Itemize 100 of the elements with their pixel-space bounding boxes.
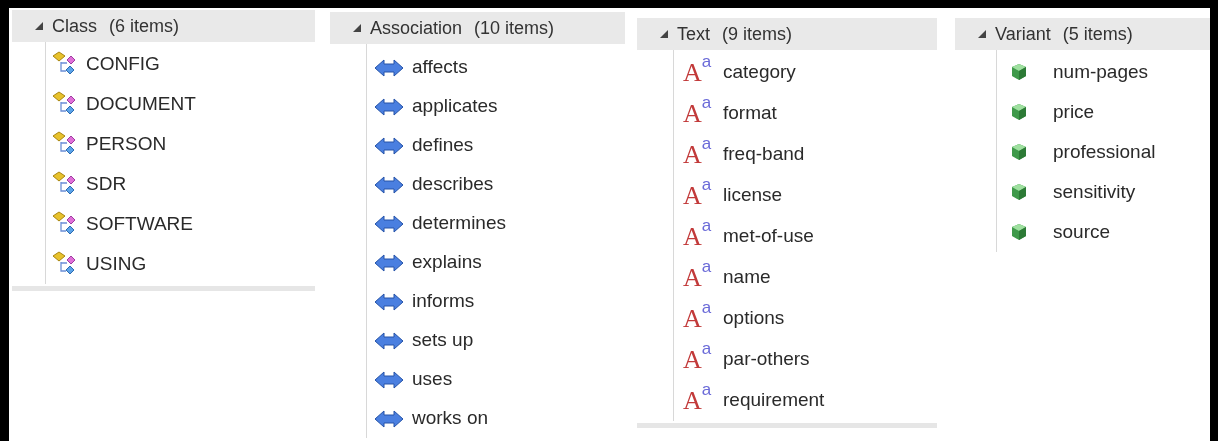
double-arrow-icon <box>374 136 404 155</box>
expand-arrow-icon[interactable] <box>977 29 987 39</box>
item-label: sensitivity <box>1053 179 1136 204</box>
item-label: PERSON <box>86 131 167 156</box>
list-item[interactable]: applicates <box>367 87 625 126</box>
item-label: applicates <box>412 94 498 119</box>
item-label: license <box>723 183 783 208</box>
item-label: sets up <box>412 328 474 353</box>
group-title: Association <box>370 16 463 40</box>
list-item[interactable]: CONFIG <box>46 44 315 84</box>
item-label: requirement <box>723 388 825 413</box>
item-label: met-of-use <box>723 224 814 249</box>
text-type-icon: A$^{a}$ <box>683 346 717 373</box>
class-icon <box>52 251 78 277</box>
cube-icon <box>1011 183 1027 201</box>
list-item[interactable]: A$^{a}$ met-of-use <box>674 216 937 257</box>
group-header[interactable]: Association (10 items) <box>330 12 625 44</box>
group-header[interactable]: Variant (5 items) <box>955 18 1210 50</box>
double-arrow-icon <box>374 409 404 428</box>
item-label: works on <box>412 406 489 431</box>
item-label: source <box>1053 219 1111 244</box>
list-item[interactable]: uses <box>367 360 625 399</box>
item-count: (5 items) <box>1062 22 1133 46</box>
list-item[interactable]: source <box>997 212 1210 252</box>
text-type-icon: A$^{a}$ <box>683 141 717 168</box>
expand-arrow-icon[interactable] <box>659 29 669 39</box>
group-title: Class <box>52 14 97 38</box>
item-label: num-pages <box>1053 59 1149 84</box>
list-item[interactable]: affects <box>367 48 625 87</box>
list-item[interactable]: num-pages <box>997 52 1210 92</box>
list-item[interactable]: price <box>997 92 1210 132</box>
item-label: price <box>1053 99 1095 124</box>
double-arrow-icon <box>374 58 404 77</box>
list-item[interactable]: works on <box>367 399 625 438</box>
item-label: CONFIG <box>86 51 160 76</box>
list-item[interactable]: PERSON <box>46 124 315 164</box>
class-icon <box>52 91 78 117</box>
list-item[interactable]: defines <box>367 126 625 165</box>
item-label: options <box>723 306 785 331</box>
list-item[interactable]: informs <box>367 282 625 321</box>
list-item[interactable]: A$^{a}$ par-others <box>674 339 937 380</box>
group-title: Text <box>677 22 710 46</box>
list-item[interactable]: A$^{a}$ license <box>674 175 937 216</box>
item-label: professional <box>1053 139 1156 164</box>
item-label: freq-band <box>723 142 805 167</box>
item-label: DOCUMENT <box>86 91 196 116</box>
list-item[interactable]: A$^{a}$ name <box>674 257 937 298</box>
item-label: explains <box>412 250 482 275</box>
expand-arrow-icon[interactable] <box>34 21 44 31</box>
text-type-icon: A$^{a}$ <box>683 387 717 414</box>
double-arrow-icon <box>374 292 404 311</box>
item-label: par-others <box>723 347 810 372</box>
double-arrow-icon <box>374 214 404 233</box>
item-label: informs <box>412 289 475 314</box>
group-header[interactable]: Text (9 items) <box>637 18 937 50</box>
list-item[interactable]: explains <box>367 243 625 282</box>
item-label: SDR <box>86 171 127 196</box>
list-item[interactable]: sets up <box>367 321 625 360</box>
item-label: USING <box>86 251 147 276</box>
list-item[interactable]: A$^{a}$ requirement <box>674 380 937 421</box>
list-item[interactable]: A$^{a}$ freq-band <box>674 134 937 175</box>
item-label: uses <box>412 367 453 392</box>
list-item[interactable]: determines <box>367 204 625 243</box>
group-title: Variant <box>995 22 1051 46</box>
text-type-icon: A$^{a}$ <box>683 223 717 250</box>
double-arrow-icon <box>374 175 404 194</box>
text-type-icon: A$^{a}$ <box>683 100 717 127</box>
group-header[interactable]: Class (6 items) <box>12 10 315 42</box>
list-item[interactable]: sensitivity <box>997 172 1210 212</box>
list-item[interactable]: A$^{a}$ category <box>674 52 937 93</box>
item-label: defines <box>412 133 474 158</box>
text-type-icon: A$^{a}$ <box>683 264 717 291</box>
list-item[interactable]: DOCUMENT <box>46 84 315 124</box>
class-icon <box>52 171 78 197</box>
item-label: describes <box>412 172 494 197</box>
class-icon <box>52 131 78 157</box>
item-count: (9 items) <box>722 22 793 46</box>
cube-icon <box>1011 143 1027 161</box>
list-item[interactable]: describes <box>367 165 625 204</box>
item-label: affects <box>412 55 468 80</box>
list-item[interactable]: professional <box>997 132 1210 172</box>
double-arrow-icon <box>374 331 404 350</box>
double-arrow-icon <box>374 370 404 389</box>
text-type-icon: A$^{a}$ <box>683 182 717 209</box>
item-label: SOFTWARE <box>86 211 193 236</box>
double-arrow-icon <box>374 253 404 272</box>
cube-icon <box>1011 223 1027 241</box>
double-arrow-icon <box>374 97 404 116</box>
item-label: name <box>723 265 771 290</box>
text-type-icon: A$^{a}$ <box>683 59 717 86</box>
item-count: (6 items) <box>109 14 180 38</box>
item-label: category <box>723 60 796 85</box>
expand-arrow-icon[interactable] <box>352 23 362 33</box>
list-item[interactable]: A$^{a}$ format <box>674 93 937 134</box>
list-item[interactable]: SOFTWARE <box>46 204 315 244</box>
list-item[interactable]: A$^{a}$ options <box>674 298 937 339</box>
list-item[interactable]: USING <box>46 244 315 284</box>
class-icon <box>52 51 78 77</box>
class-icon <box>52 211 78 237</box>
list-item[interactable]: SDR <box>46 164 315 204</box>
